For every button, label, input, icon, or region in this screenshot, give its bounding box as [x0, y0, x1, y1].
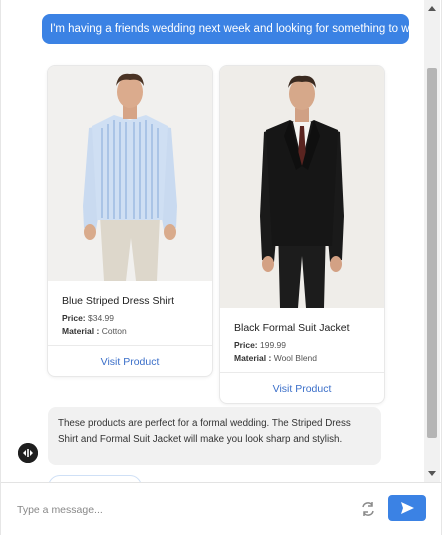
visit-product-link[interactable]: Visit Product: [48, 356, 212, 368]
product-card: Black Formal Suit Jacket Price: 199.99 M…: [219, 65, 385, 404]
product-name: Black Formal Suit Jacket: [234, 322, 350, 334]
material-value: Wool Blend: [273, 353, 318, 363]
material-value: Cotton: [101, 326, 127, 336]
price-label: Price:: [62, 313, 86, 323]
material-label: Material :: [234, 353, 272, 363]
user-message-bubble: I'm having a friends wedding next week a…: [42, 14, 409, 44]
visit-product-link[interactable]: Visit Product: [220, 383, 384, 395]
message-list: I'm having a friends wedding next week a…: [1, 0, 425, 482]
price-label: Price:: [234, 340, 258, 350]
price-value: 199.99: [260, 340, 286, 350]
bot-logo-icon: [18, 443, 38, 463]
material-label: Material :: [62, 326, 100, 336]
suit-jacket-photo: [220, 66, 384, 308]
striped-shirt-photo: [48, 66, 212, 281]
scrollbar-thumb[interactable]: [427, 68, 437, 438]
send-button[interactable]: [388, 495, 426, 521]
card-divider: [48, 345, 212, 346]
product-info: Black Formal Suit Jacket Price: 199.99 M…: [234, 322, 374, 365]
refresh-icon[interactable]: [359, 500, 377, 518]
product-image: [48, 66, 212, 281]
bot-message-bubble: These products are perfect for a formal …: [48, 407, 381, 465]
product-card: Blue Striped Dress Shirt Price: $34.99 M…: [47, 65, 213, 377]
product-name: Blue Striped Dress Shirt: [62, 295, 175, 307]
product-price: Price: $34.99: [62, 312, 202, 325]
product-material: Material : Wool Blend: [234, 352, 374, 365]
card-divider: [220, 372, 384, 373]
product-image: [220, 66, 384, 308]
bot-message-text: These products are perfect for a formal …: [58, 418, 351, 445]
price-value: $34.99: [88, 313, 114, 323]
message-composer: [1, 482, 441, 535]
scrollbar[interactable]: [424, 0, 440, 482]
message-input[interactable]: [15, 497, 339, 523]
scroll-down-arrow-icon[interactable]: [428, 471, 436, 476]
chat-window: I'm having a friends wedding next week a…: [0, 0, 442, 535]
scroll-up-arrow-icon[interactable]: [428, 6, 436, 11]
product-info: Blue Striped Dress Shirt Price: $34.99 M…: [62, 295, 202, 338]
user-message-text: I'm having a friends wedding next week a…: [50, 23, 409, 35]
send-icon: [401, 502, 414, 514]
product-material: Material : Cotton: [62, 325, 202, 338]
product-price: Price: 199.99: [234, 339, 374, 352]
suggestion-chip[interactable]: [48, 475, 142, 482]
